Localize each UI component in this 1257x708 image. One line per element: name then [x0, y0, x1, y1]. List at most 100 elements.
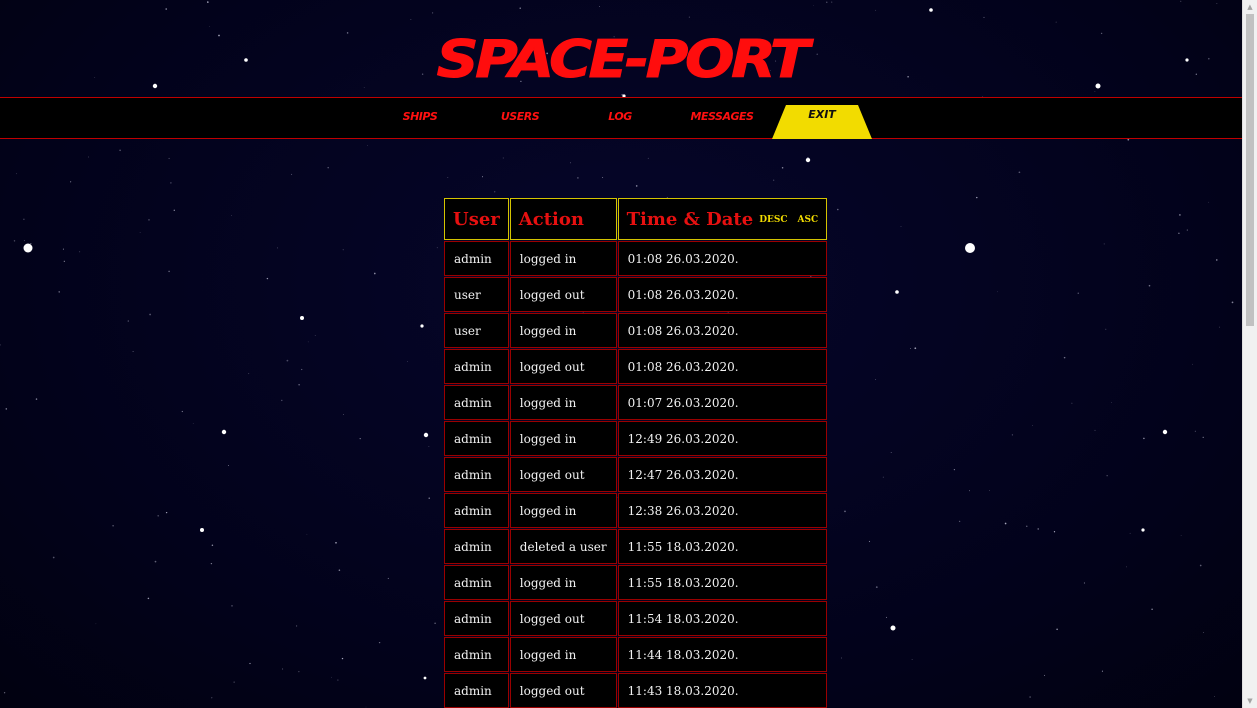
star: [13, 240, 16, 242]
star: [200, 528, 204, 532]
star: [599, 6, 600, 7]
star: [282, 668, 284, 670]
scroll-thumb[interactable]: [1246, 14, 1254, 326]
star: [1151, 608, 1153, 610]
table-row: admin logged out 01:08 26.03.2020.: [444, 349, 828, 384]
star: [1178, 232, 1180, 235]
star: [890, 625, 896, 631]
cell-user: admin: [444, 601, 509, 636]
scroll-up-arrow-icon[interactable]: ▲: [1243, 0, 1257, 14]
star: [882, 476, 884, 478]
sort-desc-button[interactable]: DESC: [759, 215, 787, 225]
star: [1063, 356, 1066, 359]
cell-action: logged in: [509, 421, 617, 456]
star: [306, 533, 308, 535]
cell-action: logged out: [509, 277, 617, 312]
star: [139, 231, 141, 233]
star: [621, 93, 624, 96]
nav-log[interactable]: LOG: [596, 98, 644, 138]
cell-time: 11:54 18.03.2020.: [617, 601, 828, 636]
cell-user: admin: [444, 673, 509, 708]
table-row: admin logged in 01:08 26.03.2020.: [444, 241, 828, 276]
star: [300, 316, 304, 320]
cell-time: 01:08 26.03.2020.: [617, 241, 828, 276]
cell-action: logged in: [509, 313, 617, 348]
star: [0, 344, 1, 346]
star: [23, 240, 25, 242]
star: [1231, 301, 1234, 304]
vertical-scrollbar[interactable]: ▲ ▼: [1242, 0, 1257, 708]
star: [210, 562, 213, 565]
star: [1148, 284, 1151, 287]
scroll-down-arrow-icon[interactable]: ▼: [1243, 694, 1257, 708]
star: [929, 8, 933, 12]
nav-messages[interactable]: MESSAGES: [680, 98, 764, 138]
star: [338, 569, 341, 571]
star: [277, 247, 278, 249]
star: [1219, 326, 1220, 328]
star: [519, 7, 521, 9]
star: [502, 157, 504, 159]
star: [79, 251, 81, 253]
star: [228, 465, 230, 467]
nav-users[interactable]: USERS: [490, 98, 550, 138]
star: [70, 181, 72, 183]
star: [423, 676, 427, 680]
star: [688, 16, 690, 18]
star: [1105, 328, 1107, 330]
star: [1071, 402, 1073, 404]
star: [432, 12, 434, 14]
cell-time: 11:44 18.03.2020.: [617, 637, 828, 672]
star: [1216, 259, 1218, 261]
star: [296, 625, 298, 627]
star: [127, 320, 130, 322]
star: [35, 398, 38, 400]
nav-bar: SHIPS USERS LOG MESSAGES EXIT: [0, 97, 1243, 139]
star: [840, 657, 842, 659]
star: [1180, 0, 1182, 2]
page: SPACE-PORT SHIPS USERS LOG MESSAGES EXIT…: [0, 0, 1257, 708]
star: [337, 679, 339, 681]
star: [1129, 532, 1131, 534]
star: [1208, 201, 1210, 203]
star: [1111, 402, 1112, 403]
star: [1032, 424, 1034, 426]
cell-time: 01:08 26.03.2020.: [617, 349, 828, 384]
header-user: User: [444, 198, 509, 240]
star: [281, 399, 283, 402]
star: [1004, 522, 1007, 525]
star: [367, 145, 368, 146]
table-row: admin logged in 11:55 18.03.2020.: [444, 565, 828, 600]
star: [1103, 243, 1105, 245]
star: [373, 272, 376, 275]
star: [410, 19, 412, 20]
star: [983, 16, 985, 18]
logo: SPACE-PORT: [436, 30, 810, 90]
star: [434, 622, 436, 624]
star: [976, 196, 978, 199]
star: [844, 510, 846, 513]
cell-time: 12:38 26.03.2020.: [617, 493, 828, 528]
sort-asc-button[interactable]: ASC: [798, 215, 819, 225]
cell-user: user: [444, 313, 509, 348]
star: [1214, 695, 1215, 697]
star: [233, 681, 235, 683]
star: [958, 520, 961, 523]
star: [1179, 214, 1181, 216]
star: [286, 359, 289, 362]
star: [327, 166, 329, 169]
star: [207, 1, 209, 3]
cell-time: 11:55 18.03.2020.: [617, 565, 828, 600]
nav-ships[interactable]: SHIPS: [390, 98, 450, 138]
cell-action: logged in: [509, 385, 617, 420]
star: [868, 540, 871, 543]
star: [420, 324, 424, 328]
star: [5, 408, 8, 410]
star: [331, 676, 332, 678]
star: [165, 511, 168, 514]
star: [291, 173, 293, 175]
star: [119, 149, 121, 152]
nav-exit-button[interactable]: EXIT: [772, 105, 872, 139]
star: [88, 156, 89, 158]
star: [211, 544, 214, 546]
